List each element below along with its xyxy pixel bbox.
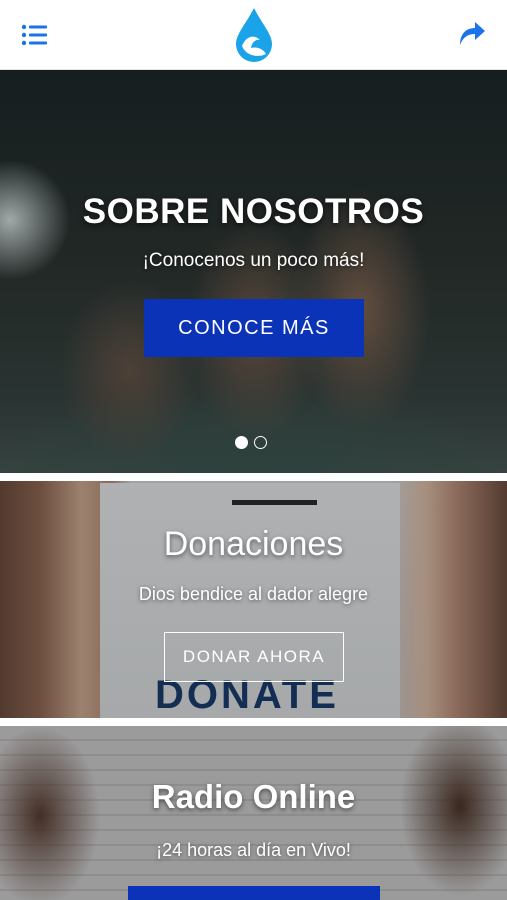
learn-more-button[interactable]: CONOCE MÁS	[144, 299, 364, 357]
about-us-banner: SOBRE NOSOTROS ¡Conocenos un poco más! C…	[0, 70, 507, 473]
radio-listen-button[interactable]	[128, 886, 380, 900]
donations-subtitle: Dios bendice al dador alegre	[138, 584, 369, 604]
carousel-dot-2[interactable]	[254, 436, 267, 449]
top-app-bar	[0, 0, 507, 70]
donations-title: Donaciones	[163, 525, 344, 563]
share-arrow-icon	[460, 22, 485, 45]
carousel-dot-1[interactable]	[235, 436, 248, 449]
menu-button[interactable]	[20, 20, 50, 50]
about-us-subtitle: ¡Conocenos un poco más!	[142, 250, 365, 271]
radio-title: Radio Online	[151, 778, 356, 815]
water-drop-logo-icon	[236, 8, 272, 62]
about-us-title: SOBRE NOSOTROS	[82, 192, 425, 231]
donate-now-button[interactable]: DONAR AHORA	[164, 632, 344, 682]
radio-subtitle: ¡24 horas al día en Vivo!	[156, 840, 351, 860]
app-logo[interactable]	[232, 6, 276, 64]
donations-banner[interactable]: DONATE Donaciones Dios bendice al dador …	[0, 481, 507, 718]
carousel-indicator	[235, 436, 267, 449]
share-button[interactable]	[457, 18, 487, 50]
radio-online-banner[interactable]: Radio Online ¡24 horas al día en Vivo!	[0, 726, 507, 900]
hamburger-menu-icon	[21, 24, 47, 46]
